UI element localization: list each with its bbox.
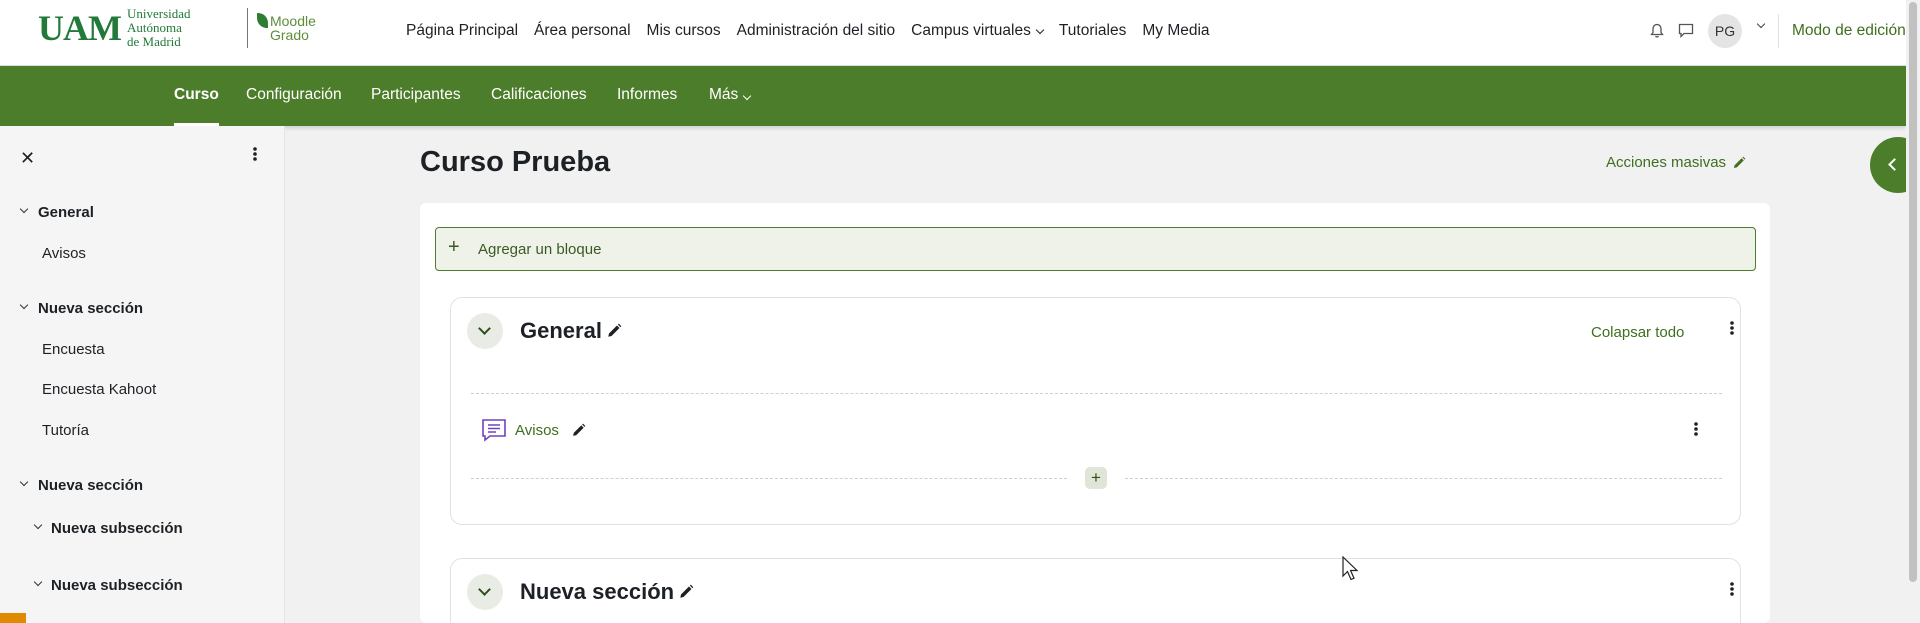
index-section-nueva-seccion[interactable]: Nueva sección [19,300,144,317]
index-activity-tutoria[interactable]: Tutoría [42,422,89,439]
moodle-logo-name: Moodle Grado [270,14,316,42]
user-avatar[interactable]: PG [1708,14,1742,48]
bulk-actions-label: Acciones masivas [1606,154,1727,171]
index-section-label: Nueva sección [38,300,144,317]
add-activity-button[interactable]: + [1085,467,1107,489]
chevron-down-icon [33,520,43,530]
add-block-button[interactable]: + Agregar un bloque [435,227,1756,271]
moodle-leaf-icon [256,13,268,28]
activity-avisos[interactable]: Avisos [481,417,586,443]
tab-informes[interactable]: Informes [617,66,677,126]
feedback-tab[interactable] [0,613,26,623]
index-activity-encuesta[interactable]: Encuesta [42,341,105,358]
section-title-text: General [520,318,602,343]
add-block-label: Agregar un bloque [478,241,602,258]
tab-participantes[interactable]: Participantes [371,66,461,126]
activity-separator [471,393,1722,394]
index-section-nueva-seccion-2[interactable]: Nueva sección [19,477,144,494]
tab-mas-label: Más [709,86,739,103]
nav-my-media[interactable]: My Media [1134,22,1217,40]
uam-name-line2: de Madrid [126,34,181,49]
course-secondary-nav: Curso Configuración Participantes Califi… [0,66,1906,126]
index-subsection-2[interactable]: Nueva subsección [33,577,183,594]
chevron-down-icon [478,583,491,596]
nav-area-personal[interactable]: Área personal [526,22,639,40]
section-title[interactable]: Nueva sección [520,579,694,605]
nav-administracion[interactable]: Administración del sitio [729,22,904,40]
collapse-all-link[interactable]: Colapsar todo [1591,324,1684,341]
chevron-down-icon [33,577,43,587]
collapse-section-button[interactable] [467,574,503,610]
index-activity-encuesta-kahoot[interactable]: Encuesta Kahoot [42,381,156,398]
index-section-label: Nueva sección [38,477,144,494]
index-section-label: General [38,204,94,221]
index-subsection-1[interactable]: Nueva subsección [33,520,183,537]
tab-curso[interactable]: Curso [174,66,219,126]
add-activity-separator-right [1125,478,1722,479]
notifications-bell-icon[interactable] [1650,23,1664,39]
chevron-down-icon [19,300,29,310]
drawer-kebab-icon[interactable] [252,146,258,162]
chevron-down-icon [743,91,752,101]
chevron-down-icon [478,322,491,335]
course-section-general: General Colapsar todo Avisos + [450,297,1741,525]
nav-pagina-principal[interactable]: Página Principal [398,22,526,40]
activity-kebab-icon[interactable] [1693,421,1699,437]
edit-mode-label: Modo de edición [1792,22,1906,39]
close-icon[interactable]: ✕ [20,148,35,169]
chevron-down-icon [1035,25,1045,34]
uam-name-line1: Universidad Autónoma [126,6,191,35]
page-title: Curso Prueba [420,146,611,178]
collapse-section-button[interactable] [467,313,503,349]
mouse-cursor-icon [1342,556,1359,581]
bulk-actions-link[interactable]: Acciones masivas [1606,154,1746,171]
index-activity-avisos[interactable]: Avisos [42,245,86,262]
index-subsection-label: Nueva subsección [51,520,183,537]
pencil-icon [1734,156,1746,168]
chevron-left-icon [1888,158,1901,171]
activity-name: Avisos [515,421,559,439]
course-content: + Agregar un bloque General Colapsar tod… [420,203,1770,623]
index-subsection-label: Nueva subsección [51,577,183,594]
course-section-nueva-seccion: Nueva sección [450,558,1741,623]
page-scrollbar[interactable] [1906,0,1920,623]
tab-mas[interactable]: Más [709,66,752,126]
uam-logo-mark: UAM [38,8,122,48]
tab-calificaciones[interactable]: Calificaciones [491,66,587,126]
logo-divider [246,8,248,48]
tab-configuracion[interactable]: Configuración [246,66,342,126]
plus-icon: + [448,236,460,258]
forum-icon [482,419,506,442]
scrollbar-thumb[interactable] [1909,2,1917,582]
user-tools: PG Modo de edición [1536,0,1920,62]
index-section-general[interactable]: General [19,204,94,221]
course-index-drawer: ✕ General Avisos Nueva sección Encuesta … [0,126,285,623]
uam-logo-name: Universidad Autónoma de Madrid [127,7,239,49]
section-kebab-icon[interactable] [1729,581,1735,597]
nav-tutoriales[interactable]: Tutoriales [1051,22,1134,40]
section-title-text: Nueva sección [520,579,675,604]
primary-nav: Página Principal Área personal Mis curso… [398,0,1218,62]
pencil-icon[interactable] [678,584,694,600]
tools-divider [1778,14,1779,48]
site-logo[interactable]: UAM Universidad Autónoma de Madrid Moodl… [38,7,316,49]
chevron-down-icon [19,477,29,487]
moodle-line2: Grado [269,27,309,43]
user-menu-chevron-icon[interactable] [1756,19,1766,29]
section-kebab-icon[interactable] [1729,320,1735,336]
nav-campus-virtuales-label: Campus virtuales [911,22,1031,39]
top-navbar: UAM Universidad Autónoma de Madrid Moodl… [0,0,1920,66]
nav-mis-cursos[interactable]: Mis cursos [639,22,729,40]
add-activity-separator-left [471,478,1067,479]
chevron-down-icon [19,204,29,214]
pencil-icon[interactable] [606,323,622,339]
nav-campus-virtuales[interactable]: Campus virtuales [903,22,1051,40]
section-title[interactable]: General [520,318,622,344]
pencil-icon[interactable] [571,423,586,438]
messages-icon[interactable] [1678,23,1694,38]
